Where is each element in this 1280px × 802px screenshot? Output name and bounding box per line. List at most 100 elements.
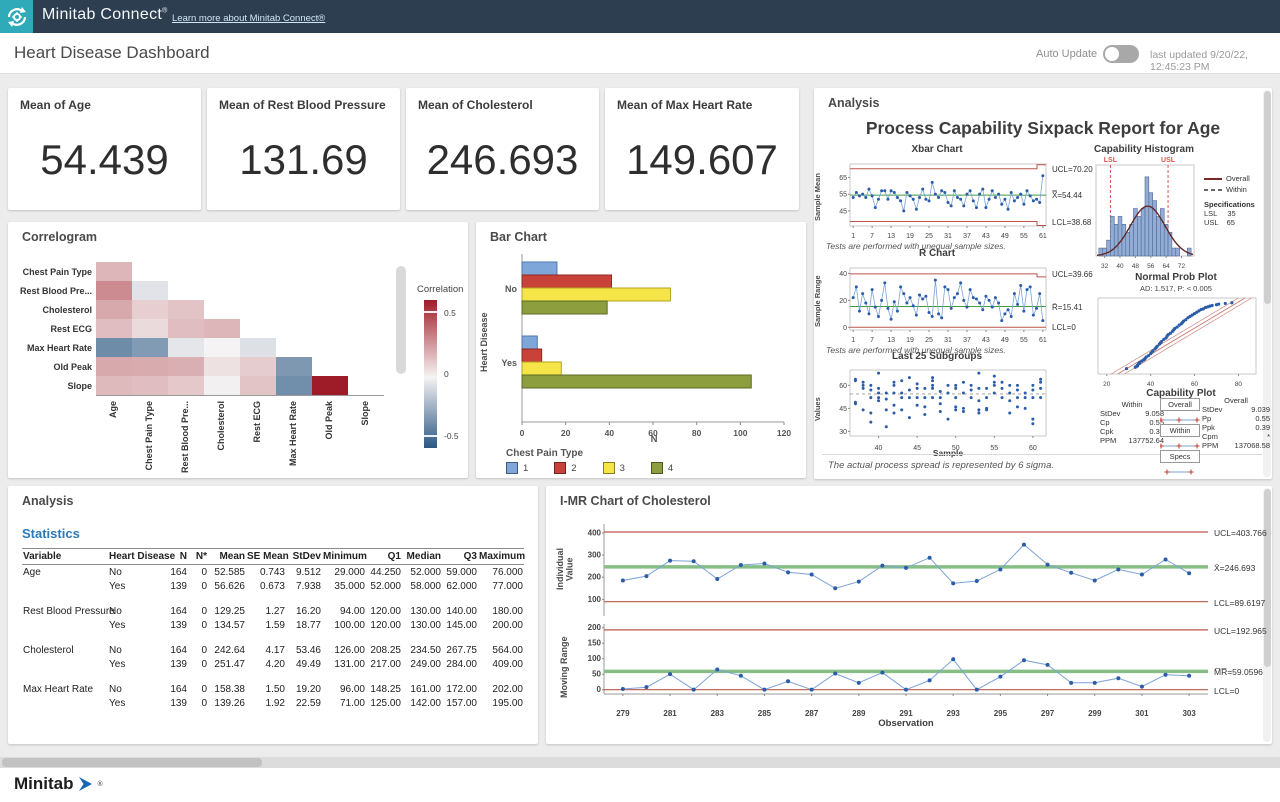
heatmap-cell — [240, 338, 276, 357]
capability-plot-item: Cpm — [1202, 432, 1226, 441]
heatmap-cell — [96, 300, 132, 319]
correlogram-col-label: Slope — [360, 401, 370, 426]
capability-plot-item: 0.39 — [1124, 427, 1164, 436]
svg-text:65: 65 — [839, 175, 847, 182]
column-header: Q3 — [442, 549, 478, 565]
kpi-value: 246.693 — [406, 136, 599, 184]
heatmap-cell — [168, 319, 204, 338]
panel-title: Analysis — [22, 494, 73, 508]
correlogram-panel: Correlogram Chest Pain TypeRest Blood Pr… — [8, 222, 468, 478]
horizontal-scrollbar-thumb[interactable] — [2, 758, 262, 767]
kpi-label: Mean of Rest Blood Pressure — [219, 98, 386, 112]
heatmap-cell — [132, 319, 168, 338]
kpi-label: Mean of Age — [20, 98, 91, 112]
bar-legend-title: Chest Pain Type — [506, 448, 583, 459]
normal-prob-plot-title: Normal Prob Plot — [1106, 272, 1246, 283]
capability-plot-item: Pp — [1202, 414, 1226, 423]
legend-item: 2 — [554, 462, 576, 474]
legend-item: 1 — [506, 462, 528, 474]
heatmap-cell — [132, 376, 168, 395]
column-header: Variable — [22, 549, 108, 565]
capability-histogram: LSLUSL324048566472 — [1092, 154, 1198, 275]
spec-lsl-value: 35 — [1227, 209, 1235, 218]
learn-more-link[interactable]: Learn more about Minitab Connect® — [172, 13, 325, 24]
capability-plot-item: 137752.64 — [1124, 436, 1164, 445]
capability-plot-item: 0.39 — [1226, 423, 1270, 432]
svg-text:0: 0 — [843, 325, 847, 332]
footer-brand-text: Minitab — [14, 774, 74, 794]
svg-text:55: 55 — [839, 192, 847, 199]
capability-plot-item: Ppk — [1202, 423, 1226, 432]
correlogram-row-label: Old Peak — [10, 362, 92, 372]
column-header: Median — [402, 549, 442, 565]
heatmap-cell — [312, 376, 348, 395]
legend-tick-label: -0.5 — [444, 431, 459, 441]
svg-text:200: 200 — [588, 573, 602, 582]
svg-text:20: 20 — [839, 298, 847, 305]
panel-scrollbar-thumb[interactable] — [1264, 91, 1271, 304]
r-chart: 1713192531374349556102040 — [826, 262, 1048, 349]
gradient-tick — [424, 435, 437, 437]
correlogram-row-label: Slope — [10, 381, 92, 391]
normal-prob-plot-subtitle: AD: 1.517, P: < 0.005 — [1106, 284, 1246, 293]
auto-update-label: Auto Update — [1036, 48, 1097, 60]
imr-chart-panel: I-MR Chart of Cholesterol Individual Val… — [546, 486, 1272, 744]
capability-plot-item: * — [1226, 432, 1270, 441]
svg-text:303: 303 — [1182, 709, 1196, 718]
capability-plot-item: 0.55 — [1124, 418, 1164, 427]
correlogram-col-label: Age — [108, 401, 118, 418]
heatmap-cell — [168, 357, 204, 376]
svg-text:295: 295 — [994, 709, 1008, 718]
footer: Minitab ® — [0, 768, 1280, 802]
heatmap-cell — [96, 338, 132, 357]
x-axis-line — [96, 395, 384, 396]
panel-title: Bar Chart — [490, 230, 547, 244]
last-updated-text: last updated 9/20/22, 12:45:23 PM — [1150, 49, 1280, 73]
bar-x-axis-label: N — [522, 434, 786, 445]
capability-plot-item: 9.039 — [1226, 405, 1270, 414]
legend-item: 4 — [651, 462, 673, 474]
svg-text:30: 30 — [839, 429, 847, 436]
kpi-card-mean-age: Mean of Age 54.439 — [8, 88, 201, 210]
xbar-chart: 17131925313743495561455565 — [826, 158, 1048, 245]
spec-usl-value: 65 — [1227, 218, 1235, 227]
legend-label: 2 — [571, 463, 576, 474]
correlogram-col-label: Chest Pain Type — [144, 401, 154, 470]
svg-text:19: 19 — [906, 233, 914, 240]
correlogram-row-label: Rest ECG — [10, 324, 92, 334]
svg-text:64: 64 — [1163, 263, 1171, 270]
capability-plot-item: Cpk — [1100, 427, 1124, 436]
last25-x-axis-label: Sample — [850, 448, 1046, 458]
last25-title: Last 25 Subgroups — [826, 351, 1048, 362]
svg-text:43: 43 — [982, 337, 990, 344]
svg-text:7: 7 — [870, 233, 874, 240]
panel-title: I-MR Chart of Cholesterol — [560, 494, 711, 508]
minitab-connect-logo-icon — [0, 0, 33, 33]
heatmap-cell — [240, 357, 276, 376]
capability-plot-item: PPM — [1202, 441, 1226, 450]
correlogram-scrollbar-thumb[interactable] — [396, 266, 406, 374]
svg-text:301: 301 — [1135, 709, 1149, 718]
heatmap-cell — [204, 357, 240, 376]
last25-chart: 4045505560304560 — [826, 364, 1048, 457]
correlation-legend-title: Correlation — [417, 284, 463, 295]
svg-text:297: 297 — [1041, 709, 1055, 718]
legend-tick-label: 0 — [444, 369, 449, 379]
auto-update-toggle[interactable] — [1103, 45, 1139, 63]
r-chart-title: R Chart — [826, 248, 1048, 259]
correlogram-col-label: Rest Blood Pre... — [180, 401, 190, 473]
panel-scrollbar-thumb[interactable] — [1264, 489, 1271, 667]
heatmap-cell — [96, 319, 132, 338]
svg-text:0: 0 — [597, 685, 602, 694]
legend-swatch — [554, 462, 566, 474]
capability-interval — [1160, 464, 1202, 482]
legend-label: 3 — [620, 463, 625, 474]
svg-text:100: 100 — [588, 595, 602, 604]
svg-text:1: 1 — [851, 337, 855, 344]
heatmap-cell — [168, 376, 204, 395]
svg-text:USL: USL — [1161, 157, 1176, 164]
svg-text:37: 37 — [963, 233, 971, 240]
capability-plot-item: Specs — [1160, 450, 1200, 463]
correlogram-col-label: Old Peak — [324, 401, 334, 440]
column-header: StDev — [286, 549, 322, 565]
